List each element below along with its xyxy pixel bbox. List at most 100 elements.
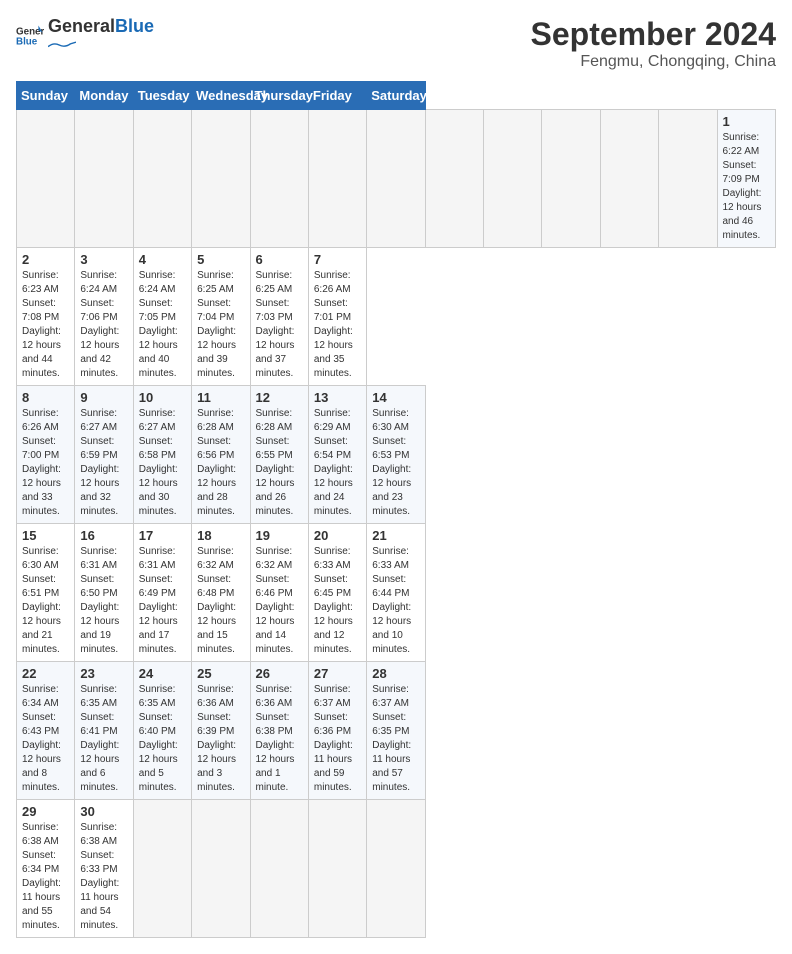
day-number: 14 [372, 390, 419, 405]
day-detail: Sunrise: 6:32 AMSunset: 6:48 PMDaylight:… [197, 545, 244, 657]
calendar-cell: 8Sunrise: 6:26 AMSunset: 7:00 PMDaylight… [17, 386, 75, 524]
day-detail: Sunrise: 6:35 AMSunset: 6:40 PMDaylight:… [139, 683, 186, 795]
day-number: 5 [197, 252, 244, 267]
calendar-cell: 28Sunrise: 6:37 AMSunset: 6:35 PMDayligh… [367, 662, 425, 800]
calendar-cell-empty [17, 110, 75, 248]
location-title: Fengmu, Chongqing, China [531, 53, 776, 71]
calendar-cell: 18 Sunrise: 6:32 AMSunset: 6:48 PMDayligh… [192, 524, 250, 662]
calendar-cell: 30Sunrise: 6:38 AMSunset: 6:33 PMDayligh… [75, 800, 133, 938]
day-detail: Sunrise: 6:34 AMSunset: 6:43 PMDaylight:… [22, 683, 69, 795]
calendar-cell: 23 Sunrise: 6:35 AMSunset: 6:41 PMDayligh… [75, 662, 133, 800]
day-number: 13 [314, 390, 361, 405]
day-detail: Sunrise: 6:31 AMSunset: 6:50 PMDaylight:… [80, 545, 127, 657]
day-number: 12 [256, 390, 303, 405]
day-detail: Sunrise: 6:30 AMSunset: 6:53 PMDaylight:… [372, 407, 419, 519]
day-number: 27 [314, 666, 361, 681]
calendar-cell: 10 Sunrise: 6:27 AMSunset: 6:58 PMDayligh… [133, 386, 191, 524]
day-number: 15 [22, 528, 69, 543]
day-number: 16 [80, 528, 127, 543]
calendar-cell-empty [75, 110, 133, 248]
calendar-cell [192, 800, 250, 938]
day-number: 11 [197, 390, 244, 405]
day-number: 20 [314, 528, 361, 543]
day-number: 3 [80, 252, 127, 267]
col-header-friday: Friday [308, 82, 366, 110]
calendar-cell-empty [250, 110, 308, 248]
calendar-cell-empty [308, 110, 366, 248]
col-header-monday: Monday [75, 82, 133, 110]
calendar-cell: 1Sunrise: 6:22 AMSunset: 7:09 PMDaylight… [717, 110, 776, 248]
month-title: September 2024 [531, 16, 776, 53]
calendar-cell [484, 110, 542, 248]
calendar-cell: 24 Sunrise: 6:35 AMSunset: 6:40 PMDayligh… [133, 662, 191, 800]
header: General Blue GeneralBlue September 2024 … [16, 16, 776, 71]
day-detail: Sunrise: 6:35 AMSunset: 6:41 PMDaylight:… [80, 683, 127, 795]
day-number: 17 [139, 528, 186, 543]
calendar-cell: 9Sunrise: 6:27 AMSunset: 6:59 PMDaylight… [75, 386, 133, 524]
day-number: 19 [256, 528, 303, 543]
day-detail: Sunrise: 6:36 AMSunset: 6:38 PMDaylight:… [256, 683, 303, 795]
calendar-cell: 5 Sunrise: 6:25 AMSunset: 7:04 PMDaylight… [192, 248, 250, 386]
day-detail: Sunrise: 6:27 AMSunset: 6:59 PMDaylight:… [80, 407, 127, 519]
day-number: 18 [197, 528, 244, 543]
day-number: 10 [139, 390, 186, 405]
calendar-table: SundayMondayTuesdayWednesdayThursdayFrid… [16, 81, 776, 938]
calendar-cell: 12Sunrise: 6:28 AMSunset: 6:55 PMDayligh… [250, 386, 308, 524]
day-number: 21 [372, 528, 419, 543]
calendar-cell: 11 Sunrise: 6:28 AMSunset: 6:56 PMDayligh… [192, 386, 250, 524]
calendar-cell: 6Sunrise: 6:25 AMSunset: 7:03 PMDaylight… [250, 248, 308, 386]
logo-general: General [48, 16, 115, 37]
calendar-cell: 27 Sunrise: 6:37 AMSunset: 6:36 PMDayligh… [308, 662, 366, 800]
col-header-wednesday: Wednesday [192, 82, 250, 110]
calendar-cell: 16 Sunrise: 6:31 AMSunset: 6:50 PMDayligh… [75, 524, 133, 662]
day-detail: Sunrise: 6:26 AMSunset: 7:01 PMDaylight:… [314, 269, 361, 381]
day-detail: Sunrise: 6:32 AMSunset: 6:46 PMDaylight:… [256, 545, 303, 657]
col-header-sunday: Sunday [17, 82, 75, 110]
col-header-tuesday: Tuesday [133, 82, 191, 110]
calendar-cell: 26Sunrise: 6:36 AMSunset: 6:38 PMDayligh… [250, 662, 308, 800]
day-detail: Sunrise: 6:38 AMSunset: 6:34 PMDaylight:… [22, 821, 69, 933]
day-detail: Sunrise: 6:24 AMSunset: 7:05 PMDaylight:… [139, 269, 186, 381]
calendar-cell: 29 Sunrise: 6:38 AMSunset: 6:34 PMDayligh… [17, 800, 75, 938]
calendar-cell: 4 Sunrise: 6:24 AMSunset: 7:05 PMDaylight… [133, 248, 191, 386]
day-number: 23 [80, 666, 127, 681]
day-detail: Sunrise: 6:27 AMSunset: 6:58 PMDaylight:… [139, 407, 186, 519]
logo-icon: General Blue [16, 22, 44, 50]
calendar-cell: 14 Sunrise: 6:30 AMSunset: 6:53 PMDayligh… [367, 386, 425, 524]
calendar-cell [659, 110, 717, 248]
day-number: 24 [139, 666, 186, 681]
calendar-cell [367, 110, 425, 248]
day-number: 4 [139, 252, 186, 267]
calendar-cell: 22Sunrise: 6:34 AMSunset: 6:43 PMDayligh… [17, 662, 75, 800]
day-number: 7 [314, 252, 361, 267]
day-detail: Sunrise: 6:28 AMSunset: 6:56 PMDaylight:… [197, 407, 244, 519]
logo: General Blue GeneralBlue [16, 16, 154, 55]
day-detail: Sunrise: 6:23 AMSunset: 7:08 PMDaylight:… [22, 269, 69, 381]
calendar-cell [308, 800, 366, 938]
day-detail: Sunrise: 6:26 AMSunset: 7:00 PMDaylight:… [22, 407, 69, 519]
day-number: 2 [22, 252, 69, 267]
calendar-cell: 15Sunrise: 6:30 AMSunset: 6:51 PMDayligh… [17, 524, 75, 662]
day-number: 1 [723, 114, 771, 129]
col-header-saturday: Saturday [367, 82, 425, 110]
calendar-cell: 2 Sunrise: 6:23 AMSunset: 7:08 PMDaylight… [17, 248, 75, 386]
day-detail: Sunrise: 6:37 AMSunset: 6:35 PMDaylight:… [372, 683, 419, 795]
calendar-cell-empty [133, 110, 191, 248]
calendar-cell: 7 Sunrise: 6:26 AMSunset: 7:01 PMDaylight… [308, 248, 366, 386]
day-detail: Sunrise: 6:33 AMSunset: 6:45 PMDaylight:… [314, 545, 361, 657]
calendar-cell: 13 Sunrise: 6:29 AMSunset: 6:54 PMDayligh… [308, 386, 366, 524]
day-detail: Sunrise: 6:25 AMSunset: 7:04 PMDaylight:… [197, 269, 244, 381]
calendar-cell [600, 110, 658, 248]
calendar-cell: 19 Sunrise: 6:32 AMSunset: 6:46 PMDayligh… [250, 524, 308, 662]
day-number: 29 [22, 804, 69, 819]
col-header-thursday: Thursday [250, 82, 308, 110]
day-detail: Sunrise: 6:29 AMSunset: 6:54 PMDaylight:… [314, 407, 361, 519]
day-detail: Sunrise: 6:33 AMSunset: 6:44 PMDaylight:… [372, 545, 419, 657]
day-detail: Sunrise: 6:37 AMSunset: 6:36 PMDaylight:… [314, 683, 361, 795]
day-number: 25 [197, 666, 244, 681]
day-detail: Sunrise: 6:38 AMSunset: 6:33 PMDaylight:… [80, 821, 127, 933]
calendar-cell [542, 110, 600, 248]
calendar-cell [367, 800, 425, 938]
calendar-cell-empty [192, 110, 250, 248]
calendar-cell: 17Sunrise: 6:31 AMSunset: 6:49 PMDayligh… [133, 524, 191, 662]
